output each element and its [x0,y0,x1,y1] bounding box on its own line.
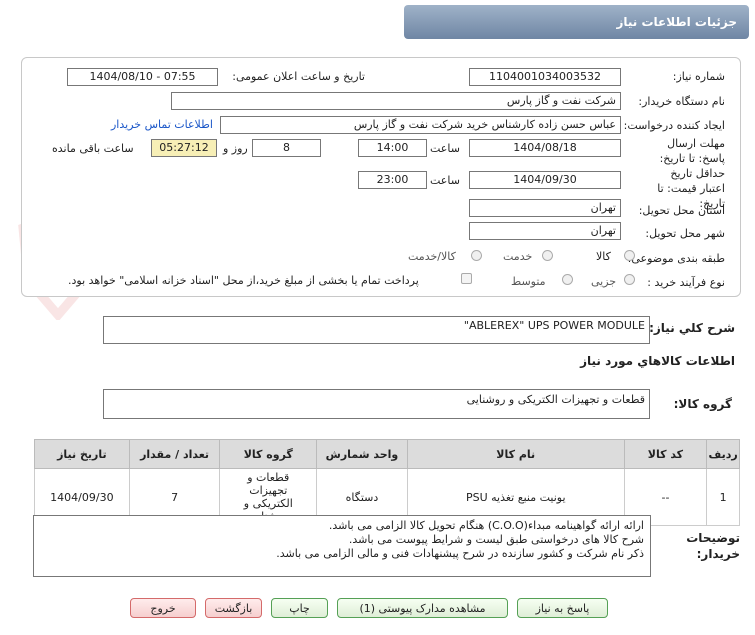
page-header: جزئیات اطلاعات نیاز [0,0,755,45]
validity-time-field: 23:00 [358,171,427,189]
buyer-notes-field: ارائه ارائه گواهینامه مبداء(C.O.O) هنگام… [33,515,651,577]
reply-deadline-label: مهلت ارسال پاسخ: تا تاریخ: [659,137,725,165]
summary-label: شرح کلي نياز: [649,321,735,335]
page-title: جزئیات اطلاعات نیاز [404,5,749,39]
buyer-contact-link[interactable]: اطلاعات تماس خریدار [111,118,213,131]
exit-button[interactable]: خروج [130,598,196,618]
back-button[interactable]: بازگشت [205,598,262,618]
buyer-org-field: شرکت نفت و گاز پارس [171,92,621,110]
reply-button[interactable]: پاسخ به نیاز [517,598,608,618]
process-medium-radio[interactable] [562,274,573,285]
category-label: طبقه بندی موضوعی: [627,252,725,265]
col-unit: واحد شمارش [316,439,408,469]
col-group: گروه کالا [219,439,318,469]
process-medium-label: متوسط [511,275,546,288]
buyer-note-line: ارائه ارائه گواهینامه مبداء(C.O.O) هنگام… [328,519,644,532]
process-minor-radio[interactable] [624,274,635,285]
days-remaining-field: 8 [252,139,321,157]
validity-date-field: 1404/09/30 [469,171,621,189]
col-code: کد کالا [623,439,708,469]
summary-field: "ABLEREX" UPS POWER MODULE [103,316,650,344]
category-goods-service-radio[interactable] [471,250,482,261]
need-number-field: 1104001034003532 [469,68,621,86]
city-label: شهر محل تحویل: [645,227,725,240]
col-date: تاریخ نیاز [34,439,130,469]
process-minor-label: جزیی [591,275,617,288]
city-field: تهران [469,222,621,240]
treasury-payment-note: پرداخت تمام یا بخشی از مبلغ خرید،از محل … [68,274,419,287]
announce-date-field: 1404/08/10 - 07:55 [67,68,218,86]
summary-text: "ABLEREX" UPS POWER MODULE [463,319,645,332]
need-number-label: شماره نیاز: [672,70,725,83]
buyer-note-line: شرح کالا های درخواستی طبق لیست و شرایط پ… [348,533,644,546]
creator-label: ایجاد کننده درخواست: [623,119,725,132]
goods-group-label: گروه کالا: [673,397,732,411]
creator-field: عباس حسن زاده کارشناس خرید شرکت نفت و گا… [220,116,621,134]
col-row: ردیف [706,439,740,469]
category-goods-service-label: کالا/خدمت [408,250,456,263]
reply-time-label: ساعت [430,142,460,155]
treasury-payment-checkbox[interactable] [461,273,472,284]
validity-time-label: ساعت [430,174,460,187]
remaining-time-field: 05:27:12 [151,139,217,157]
category-goods-radio[interactable] [624,250,635,261]
process-type-label: نوع فرآیند خرید : [647,276,725,289]
goods-group-field: قطعات و تجهیزات الکتریکی و روشنایی [103,389,650,419]
buyer-note-line: ذکر نام شرکت و کشور سازنده در شرح پیشنها… [276,547,644,560]
print-button[interactable]: چاپ [271,598,328,618]
buyer-org-label: نام دستگاه خریدار: [638,95,725,108]
remaining-time-label: ساعت باقی مانده [52,142,134,155]
reply-date-field: 1404/08/18 [469,139,621,157]
days-label: روز و [223,142,248,155]
table-header-row: ردیف کد کالا نام کالا واحد شمارش گروه کا… [34,439,740,469]
cell-row: 1 [706,468,740,526]
col-name: نام کالا [406,439,625,469]
reply-time-field: 14:00 [358,139,427,157]
goods-info-title: اطلاعات کالاهاي مورد نياز [580,354,735,368]
province-field: تهران [469,199,621,217]
goods-table: ردیف کد کالا نام کالا واحد شمارش گروه کا… [34,439,740,526]
buyer-notes-label: توضیحات خریدار: [686,531,740,561]
category-goods-label: کالا [596,250,611,263]
attachments-button[interactable]: مشاهده مدارک پیوستی (1) [337,598,508,618]
category-service-label: خدمت [503,250,533,263]
announce-date-label: تاریخ و ساعت اعلان عمومی: [232,70,365,83]
province-label: استان محل تحویل: [638,204,725,217]
category-service-radio[interactable] [542,250,553,261]
col-qty: تعداد / مقدار [128,439,221,469]
